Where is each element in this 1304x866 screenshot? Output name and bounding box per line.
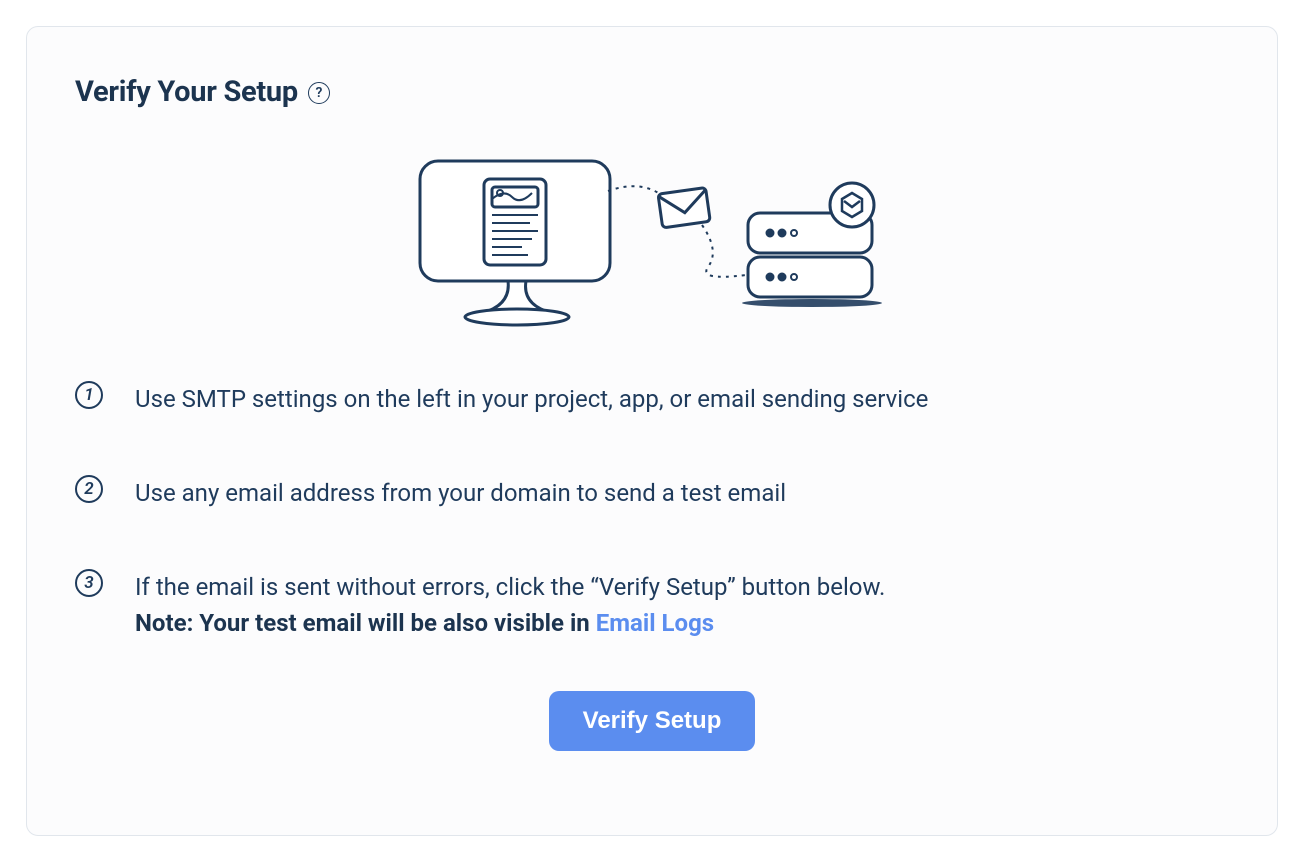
dotted-path (702, 225, 746, 277)
illustration (75, 155, 1229, 335)
step-text: Use any email address from your domain t… (135, 475, 786, 511)
verify-setup-button[interactable]: Verify Setup (549, 691, 756, 751)
envelope-icon (658, 188, 710, 228)
steps-list: 1 Use SMTP settings on the left in your … (75, 381, 1229, 641)
verify-setup-card: Verify Your Setup ? (26, 26, 1278, 836)
card-title: Verify Your Setup (75, 75, 298, 109)
help-icon[interactable]: ? (308, 82, 330, 104)
email-logs-link[interactable]: Email Logs (596, 609, 714, 637)
monitor-icon (420, 161, 610, 325)
step-number-badge: 1 (75, 381, 103, 409)
step-3: 3 If the email is sent without errors, c… (75, 569, 1229, 641)
card-header: Verify Your Setup ? (75, 75, 1229, 109)
setup-illustration-svg (412, 155, 892, 335)
cta-row: Verify Setup (75, 691, 1229, 751)
step-note: Note: Your test email will be also visib… (135, 605, 885, 641)
note-prefix: Note: Your test email will be also visib… (135, 609, 596, 637)
step-text: Use SMTP settings on the left in your pr… (135, 381, 928, 417)
step-number-badge: 2 (75, 475, 103, 503)
dotted-path (608, 186, 664, 197)
step-2: 2 Use any email address from your domain… (75, 475, 1229, 511)
step-1: 1 Use SMTP settings on the left in your … (75, 381, 1229, 417)
server-icon (742, 183, 882, 307)
step-number-badge: 3 (75, 569, 103, 597)
step-text: If the email is sent without errors, cli… (135, 569, 885, 605)
